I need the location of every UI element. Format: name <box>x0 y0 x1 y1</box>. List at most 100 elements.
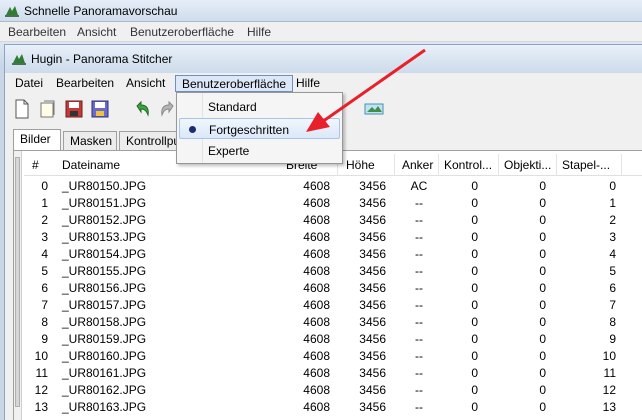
table-row[interactable]: 13 _UR80163.JPG 4608 3456 -- 0 0 13 <box>24 398 642 415</box>
cell-control-points: 0 <box>471 315 478 329</box>
col-header-anchor[interactable]: Anker <box>402 158 433 172</box>
outer-menu-benutzeroberflaeche[interactable]: Benutzeroberfläche <box>130 25 234 39</box>
cell-control-points: 0 <box>471 213 478 227</box>
scrollbar-thumb[interactable] <box>15 157 20 407</box>
cell-index: 13 <box>34 400 48 414</box>
menu-bearbeiten[interactable]: Bearbeiten <box>50 75 120 92</box>
save-as-icon[interactable] <box>89 98 111 120</box>
table-row[interactable]: 0 _UR80150.JPG 4608 3456 AC 0 0 0 <box>24 177 642 194</box>
menu-hilfe[interactable]: Hilfe <box>290 75 326 92</box>
cell-stack: 4 <box>609 247 616 261</box>
table-row[interactable]: 1 _UR80151.JPG 4608 3456 -- 0 0 1 <box>24 194 642 211</box>
cell-width: 4608 <box>303 213 330 227</box>
cell-height: 3456 <box>359 315 386 329</box>
cell-stack: 3 <box>609 230 616 244</box>
cell-stack: 11 <box>603 366 616 380</box>
cell-lens: 0 <box>539 247 546 261</box>
table-row[interactable]: 5 _UR80155.JPG 4608 3456 -- 0 0 5 <box>24 262 642 279</box>
menu-option-label: Fortgeschritten <box>209 123 290 137</box>
menu-option-experte[interactable]: Experte <box>179 140 340 161</box>
vertical-scrollbar[interactable] <box>14 151 22 420</box>
undo-icon[interactable] <box>131 98 153 120</box>
outer-menu-hilfe[interactable]: Hilfe <box>247 25 271 39</box>
menu-option-fortgeschritten[interactable]: Fortgeschritten <box>179 118 340 139</box>
menu-option-standard[interactable]: Standard <box>179 96 340 117</box>
cell-lens: 0 <box>539 264 546 278</box>
table-row[interactable]: 4 _UR80154.JPG 4608 3456 -- 0 0 4 <box>24 245 642 262</box>
table-row[interactable]: 8 _UR80158.JPG 4608 3456 -- 0 0 8 <box>24 313 642 330</box>
cell-lens: 0 <box>539 332 546 346</box>
tab-bilder[interactable]: Bilder <box>13 129 61 151</box>
new-project-icon[interactable] <box>11 98 33 120</box>
menu-benutzeroberflaeche[interactable]: Benutzeroberfläche <box>175 75 294 92</box>
cell-control-points: 0 <box>471 349 478 363</box>
cell-anchor: -- <box>415 383 423 397</box>
tab-masken[interactable]: Masken <box>63 131 117 151</box>
cell-filename: _UR80150.JPG <box>62 179 147 193</box>
table-row[interactable]: 9 _UR80159.JPG 4608 3456 -- 0 0 9 <box>24 330 642 347</box>
table-row[interactable]: 2 _UR80152.JPG 4608 3456 -- 0 0 2 <box>24 211 642 228</box>
menu-datei[interactable]: Datei <box>9 75 49 92</box>
cell-lens: 0 <box>539 213 546 227</box>
cell-control-points: 0 <box>471 247 478 261</box>
outer-menubar: Bearbeiten Ansicht Benutzeroberfläche Hi… <box>0 22 642 42</box>
outer-menu-ansicht[interactable]: Ansicht <box>77 25 116 39</box>
cell-anchor: -- <box>415 400 423 414</box>
cell-lens: 0 <box>539 315 546 329</box>
cell-anchor: -- <box>415 196 423 210</box>
hugin-app-icon <box>12 54 26 65</box>
cell-width: 4608 <box>303 230 330 244</box>
cell-filename: _UR80152.JPG <box>62 213 147 227</box>
outer-window-title: Schnelle Panoramavorschau <box>24 4 178 18</box>
cell-width: 4608 <box>303 332 330 346</box>
cell-lens: 0 <box>539 230 546 244</box>
cell-lens: 0 <box>539 349 546 363</box>
cell-control-points: 0 <box>471 366 478 380</box>
cell-height: 3456 <box>359 264 386 278</box>
cell-index: 9 <box>41 332 48 346</box>
col-header-lens[interactable]: Objekti... <box>504 158 551 172</box>
inner-menubar: Datei Bearbeiten Ansicht Benutzeroberflä… <box>5 73 642 93</box>
col-header-height[interactable]: Höhe <box>346 158 375 172</box>
table-row[interactable]: 7 _UR80157.JPG 4608 3456 -- 0 0 7 <box>24 296 642 313</box>
outer-menu-bearbeiten[interactable]: Bearbeiten <box>8 25 66 39</box>
cell-width: 4608 <box>303 383 330 397</box>
cell-width: 4608 <box>303 400 330 414</box>
cell-control-points: 0 <box>471 281 478 295</box>
cell-height: 3456 <box>359 366 386 380</box>
cell-stack: 5 <box>609 264 616 278</box>
menu-ansicht[interactable]: Ansicht <box>120 75 171 92</box>
cell-height: 3456 <box>359 349 386 363</box>
save-icon[interactable] <box>63 98 85 120</box>
cell-stack: 10 <box>602 349 616 363</box>
open-project-icon[interactable] <box>37 98 59 120</box>
cell-index: 12 <box>34 383 48 397</box>
col-header-filename[interactable]: Dateiname <box>62 158 120 172</box>
cell-width: 4608 <box>303 349 330 363</box>
menu-option-label: Standard <box>208 100 257 114</box>
col-header-stack[interactable]: Stapel-... <box>562 158 610 172</box>
cell-filename: _UR80161.JPG <box>62 366 147 380</box>
cell-stack: 2 <box>609 213 616 227</box>
cell-filename: _UR80160.JPG <box>62 349 147 363</box>
cell-height: 3456 <box>359 247 386 261</box>
table-row[interactable]: 6 _UR80156.JPG 4608 3456 -- 0 0 6 <box>24 279 642 296</box>
table-row[interactable]: 10 _UR80160.JPG 4608 3456 -- 0 0 10 <box>24 347 642 364</box>
cell-width: 4608 <box>303 264 330 278</box>
table-row[interactable]: 3 _UR80153.JPG 4608 3456 -- 0 0 3 <box>24 228 642 245</box>
cell-stack: 6 <box>609 281 616 295</box>
cell-height: 3456 <box>359 400 386 414</box>
cell-filename: _UR80154.JPG <box>62 247 147 261</box>
cell-width: 4608 <box>303 179 330 193</box>
cell-height: 3456 <box>359 298 386 312</box>
benutzeroberflaeche-dropdown: Standard Fortgeschritten Experte <box>176 92 343 164</box>
table-row[interactable]: 11 _UR80161.JPG 4608 3456 -- 0 0 11 <box>24 364 642 381</box>
cell-lens: 0 <box>539 298 546 312</box>
col-header-index[interactable]: # <box>32 158 39 172</box>
cell-control-points: 0 <box>471 196 478 210</box>
cell-stack: 13 <box>602 400 616 414</box>
tab-kontrollpunkte[interactable]: Kontrollpu <box>119 131 183 151</box>
preview-icon[interactable] <box>363 98 385 120</box>
col-header-control-points[interactable]: Kontrol... <box>444 158 492 172</box>
table-row[interactable]: 12 _UR80162.JPG 4608 3456 -- 0 0 12 <box>24 381 642 398</box>
